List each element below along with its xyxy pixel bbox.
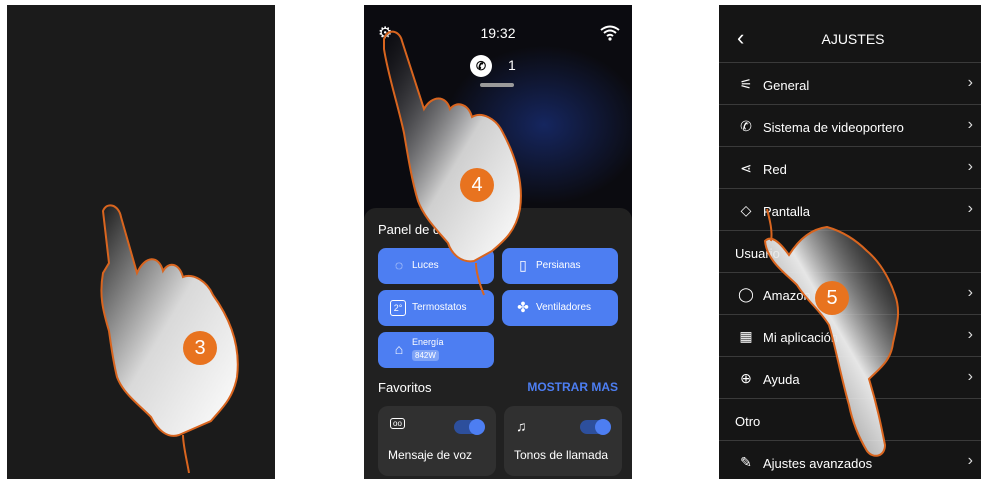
screen-home: ⚙ 19:32 ✆ 1 Panel de control ◌ Luces ▯ P…: [364, 5, 632, 479]
finger-hand: [383, 30, 522, 296]
screen-settings: ‹ AJUSTES ⚟ General › ✆ Sistema de video…: [719, 5, 981, 479]
step-badge: 4: [460, 168, 494, 202]
finger-hand: [100, 204, 239, 474]
step-badge: 5: [815, 281, 849, 315]
step-badge: 3: [183, 331, 217, 365]
finger-hand: [763, 208, 900, 457]
screen-idle[interactable]: 3: [7, 5, 275, 479]
